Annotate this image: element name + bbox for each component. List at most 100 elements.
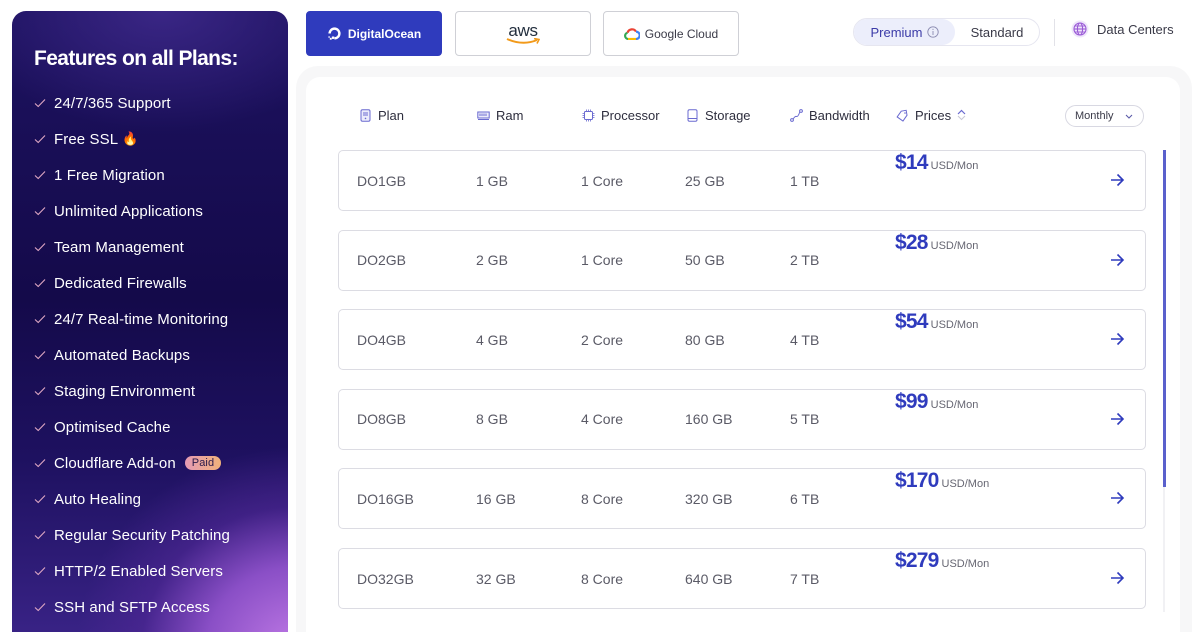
- plan-row[interactable]: DO32GB 32 GB 8 Core 640 GB 7 TB $279 USD/Mon: [338, 548, 1146, 609]
- price-amount: $14: [895, 151, 928, 174]
- price-amount: $279: [895, 549, 939, 572]
- check-icon: [34, 204, 48, 218]
- cell-price: $279 USD/Mon: [895, 549, 989, 608]
- feature-label: SSH and SFTP Access: [54, 598, 210, 616]
- provider-tab-google-cloud[interactable]: Google Cloud: [603, 11, 739, 56]
- feature-item: Dedicated Firewalls: [34, 265, 288, 301]
- column-label-bandwidth: Bandwidth: [809, 107, 870, 123]
- cell-storage: 80 GB: [685, 331, 725, 348]
- cell-ram: 2 GB: [476, 252, 508, 269]
- billing-period-select[interactable]: Monthly: [1065, 105, 1144, 127]
- price-unit: USD/Mon: [930, 160, 979, 172]
- price-amount: $99: [895, 389, 928, 413]
- plan-row[interactable]: DO16GB 16 GB 8 Core 320 GB 6 TB $170 USD/Mon: [338, 468, 1146, 530]
- cell-price: $99 USD/Mon: [895, 390, 978, 449]
- feature-item: Team Management: [34, 229, 288, 265]
- scrollbar-thumb[interactable]: [1163, 150, 1166, 487]
- cell-ram: 8 GB: [476, 411, 508, 428]
- check-icon: [34, 528, 48, 542]
- provider-tab-aws[interactable]: aws: [455, 11, 591, 56]
- cell-plan: DO2GB: [357, 252, 407, 269]
- header-divider: [1054, 19, 1055, 46]
- feature-label: 1 Free Migration: [54, 166, 165, 184]
- cell-plan: DO4GB: [357, 331, 407, 348]
- feature-label: 24/7 Real-time Monitoring: [54, 310, 229, 328]
- arrow-right-icon[interactable]: [1109, 570, 1125, 586]
- features-title: Features on all Plans:: [34, 47, 238, 70]
- arrow-right-icon[interactable]: [1109, 331, 1125, 347]
- data-centers-link[interactable]: Data Centers: [1071, 20, 1174, 38]
- cell-plan: DO8GB: [357, 411, 407, 428]
- cell-plan: DO16GB: [357, 490, 414, 507]
- cell-bandwidth: 7 TB: [790, 570, 820, 587]
- price-tag-icon: [896, 109, 908, 122]
- feature-item: Unlimited Applications: [34, 193, 288, 229]
- aws-smile-icon: [506, 38, 540, 44]
- arrow-right-icon[interactable]: [1109, 172, 1125, 188]
- data-centers-label: Data Centers: [1097, 21, 1174, 37]
- feature-item: Optimised Cache: [34, 409, 288, 445]
- plan-row[interactable]: DO2GB 2 GB 1 Core 50 GB 2 TB $28 USD/Mon: [338, 229, 1146, 291]
- feature-item: 24/7 Real-time Monitoring: [34, 301, 288, 337]
- feature-item: SSH and SFTP Access: [34, 589, 288, 625]
- billing-period-value: Monthly: [1075, 110, 1114, 122]
- tier-standard-button[interactable]: Standard: [955, 19, 1039, 45]
- cell-processor: 1 Core: [581, 172, 624, 189]
- plan-row[interactable]: DO1GB 1 GB 1 Core 25 GB 1 TB $14 USD/Mon: [338, 150, 1146, 211]
- check-icon: [34, 348, 48, 362]
- cell-price: $28 USD/Mon: [895, 231, 978, 290]
- check-icon: [34, 240, 48, 254]
- bandwidth-icon: [790, 108, 803, 122]
- cell-price: $54 USD/Mon: [895, 310, 978, 369]
- feature-item: Cloudflare Add-on Paid: [34, 445, 288, 481]
- arrow-right-icon[interactable]: [1109, 490, 1125, 506]
- pricing-table-panel: Plan Ram Processor Storage Bandwidth Pri…: [306, 77, 1180, 632]
- provider-tab-digitalocean[interactable]: DigitalOcean: [306, 11, 442, 56]
- sort-icon[interactable]: [957, 109, 966, 121]
- check-icon: [34, 600, 48, 614]
- cpu-chip-icon: [582, 109, 595, 121]
- check-icon: [34, 492, 48, 506]
- digitalocean-logo-icon: [328, 27, 341, 40]
- cell-processor: 4 Core: [581, 411, 624, 428]
- column-label-processor: Processor: [601, 107, 660, 123]
- info-icon[interactable]: [926, 26, 939, 38]
- column-header-storage: Storage: [686, 105, 751, 125]
- cell-processor: 1 Core: [581, 252, 624, 269]
- arrow-right-icon[interactable]: [1109, 252, 1125, 268]
- check-icon: [34, 96, 48, 110]
- cell-storage: 640 GB: [685, 570, 733, 587]
- cell-bandwidth: 1 TB: [790, 172, 820, 189]
- feature-item: Regular Security Patching: [34, 517, 288, 553]
- arrow-right-icon[interactable]: [1109, 411, 1125, 427]
- feature-label: Unlimited Applications: [54, 202, 203, 220]
- sort-desc-icon: [957, 115, 966, 121]
- feature-item: Automated Backups: [34, 337, 288, 373]
- column-header-prices[interactable]: Prices: [896, 105, 966, 125]
- feature-label: HTTP/2 Enabled Servers: [54, 562, 223, 580]
- plan-row[interactable]: DO4GB 4 GB 2 Core 80 GB 4 TB $54 USD/Mon: [338, 309, 1146, 371]
- storage-drive-icon: [687, 108, 698, 122]
- check-icon: [34, 456, 48, 470]
- provider-label-google-cloud: Google Cloud: [644, 26, 719, 41]
- cell-processor: 2 Core: [581, 331, 624, 348]
- plan-row[interactable]: DO8GB 8 GB 4 Core 160 GB 5 TB $99 USD/Mon: [338, 388, 1146, 450]
- column-label-plan: Plan: [378, 107, 405, 123]
- tier-premium-button[interactable]: Premium: [854, 19, 955, 45]
- column-header-bandwidth: Bandwidth: [790, 105, 870, 125]
- column-header-ram: Ram: [477, 105, 523, 125]
- price-unit: USD/Mon: [941, 478, 990, 491]
- price-unit: USD/Mon: [930, 319, 979, 332]
- price-amount: $170: [895, 469, 939, 493]
- check-icon: [34, 132, 48, 146]
- feature-label: Optimised Cache: [54, 418, 171, 436]
- check-icon: [34, 384, 48, 398]
- tier-standard-label: Standard: [970, 24, 1024, 40]
- price-amount: $28: [895, 230, 928, 254]
- tier-premium-label: Premium: [870, 24, 923, 40]
- feature-label: Staging Environment: [54, 382, 196, 400]
- cell-ram: 4 GB: [476, 331, 508, 348]
- cell-price: $14 USD/Mon: [895, 151, 978, 210]
- feature-label: Auto Healing: [54, 490, 142, 508]
- check-icon: [34, 564, 48, 578]
